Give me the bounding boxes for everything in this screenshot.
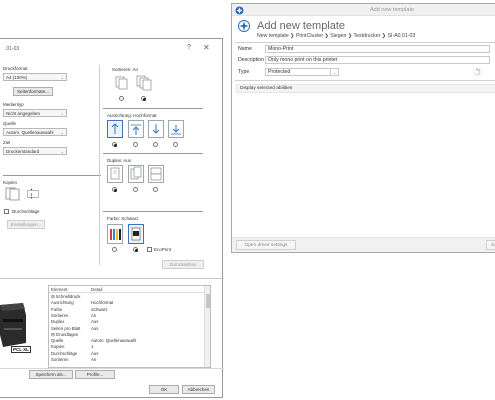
table-row: Sortieren An <box>51 357 97 362</box>
duplex-label: Duplex: Aus <box>107 158 132 163</box>
divider <box>103 153 203 154</box>
scrollbar-thumb[interactable] <box>206 294 210 308</box>
name-input[interactable]: Mono-Print <box>265 45 490 53</box>
app-logo-icon <box>235 6 244 15</box>
color-label: Farbe: Schwarz <box>107 216 139 221</box>
profile-button[interactable]: Profile... <box>75 370 115 379</box>
sort-on-radio[interactable] <box>141 96 146 101</box>
duplex-off-icon[interactable] <box>107 165 123 183</box>
divider <box>235 80 495 81</box>
portrait-rotated-icon[interactable] <box>148 120 164 138</box>
column-divider <box>99 65 100 265</box>
orientation-portrait-radio[interactable] <box>112 142 117 147</box>
settings-button[interactable]: Einstellungen... <box>7 220 45 229</box>
sort-off-radio[interactable] <box>119 96 124 101</box>
sort-icons <box>115 75 152 91</box>
chevron-down-icon: ⌄ <box>60 130 64 135</box>
durchschlaege-label: Durchschläge <box>12 209 40 214</box>
divider <box>3 175 101 176</box>
type-select[interactable]: Protected ⌄ <box>265 68 339 76</box>
chevron-down-icon: ⌄ <box>60 111 64 116</box>
copies-label: Kopien <box>3 180 18 185</box>
printer-settings-dialog: .01-03 ? ✕ Druckformat A4 (100%) ⌄ Seiten… <box>0 38 224 398</box>
save-button[interactable]: Sa <box>486 240 495 250</box>
durchschlaege-checkbox[interactable] <box>4 209 9 214</box>
portrait-icon[interactable] <box>107 120 123 138</box>
description-input[interactable]: Only mono print on this printer <box>265 56 490 64</box>
landscape-icon[interactable] <box>128 120 144 138</box>
dialog-titlebar: .01-03 ? ✕ <box>0 39 222 59</box>
ok-button[interactable]: OK <box>149 385 179 394</box>
black-white-icon[interactable] <box>128 224 144 244</box>
settings-summary-table: Element Detail ⊟ Schnelldruck Ausrichtun… <box>48 285 211 368</box>
duplex-short-icon[interactable] <box>148 165 164 183</box>
copies-icon <box>5 187 20 201</box>
color-icon[interactable] <box>107 224 123 244</box>
duplex-short-radio[interactable] <box>153 187 158 192</box>
cancel-button[interactable]: Abbrechen <box>182 385 215 394</box>
chevron-down-icon: ⌄ <box>60 75 64 80</box>
stepper-down-icon[interactable]: ▼ <box>30 196 33 200</box>
col-element: Element <box>51 287 68 292</box>
media-label: Medientyp <box>3 102 24 107</box>
chevron-down-icon: ⌄ <box>330 69 338 75</box>
printer-icon <box>0 303 26 347</box>
col-detail: Detail <box>91 287 103 292</box>
printer-preview <box>0 285 48 365</box>
window-title: Add new template <box>370 7 415 13</box>
source-select[interactable]: Autom. Quellenauswahl ⌄ <box>3 128 67 136</box>
save-as-button[interactable]: Speichern als... <box>29 370 73 379</box>
duplex-long-radio[interactable] <box>133 187 138 192</box>
chevron-down-icon: ⌄ <box>60 149 64 154</box>
sort-label: Sortieren: An <box>112 67 139 72</box>
abilities-section[interactable]: Display selected abilities <box>236 84 495 93</box>
ecoprint-label: EcoPrint <box>154 247 172 252</box>
ecoprint-checkbox[interactable] <box>147 247 152 252</box>
target-select[interactable]: Druckerstandard ⌄ <box>3 147 67 155</box>
table-scrollbar[interactable] <box>204 286 210 367</box>
format-select[interactable]: A4 (100%) ⌄ <box>3 73 67 81</box>
pcl-badge: PCL XL <box>11 346 31 353</box>
source-label: Quelle <box>3 121 17 126</box>
orientation-landscape-rot-radio[interactable] <box>173 142 178 147</box>
type-label: Type <box>238 69 250 75</box>
add-template-window: Add new template Add new template New te… <box>231 3 495 253</box>
reset-button[interactable]: Zurücksetzen <box>162 260 204 269</box>
loading-spinner-icon <box>473 68 481 76</box>
page-format-button[interactable]: Seitenformate... <box>13 87 53 96</box>
copies-stepper[interactable]: 1 <box>27 190 39 198</box>
template-icon <box>238 20 250 32</box>
duplex-long-icon[interactable] <box>128 165 144 183</box>
name-label: Name <box>238 46 252 52</box>
divider <box>0 368 224 369</box>
duplex-off-radio[interactable] <box>112 187 117 192</box>
breadcrumb: New template ❯ PrintCluster ❯ Siegen ❯ T… <box>257 33 416 39</box>
divider <box>103 211 203 212</box>
orientation-portrait-rot-radio[interactable] <box>153 142 158 147</box>
stepper-up-icon[interactable]: ▲ <box>30 187 33 191</box>
divider <box>0 278 224 279</box>
media-select[interactable]: Nicht angegeben ⌄ <box>3 109 67 117</box>
dialog-title: .01-03 <box>5 46 20 52</box>
divider <box>235 42 495 43</box>
target-label: Ziel <box>3 140 11 145</box>
page-title: Add new template <box>257 20 346 32</box>
description-label: Description <box>238 57 264 63</box>
color-radio[interactable] <box>112 247 117 252</box>
landscape-rotated-icon[interactable] <box>168 120 184 138</box>
orientation-landscape-radio[interactable] <box>133 142 138 147</box>
table-header: Element Detail <box>49 286 210 293</box>
window-titlebar: Add new template <box>232 4 495 16</box>
format-label: Druckformat <box>3 66 28 71</box>
help-button[interactable]: ? <box>187 44 191 51</box>
open-driver-settings-button[interactable]: Open driver settings <box>236 240 296 250</box>
divider <box>103 108 203 109</box>
close-button[interactable]: ✕ <box>203 43 210 52</box>
orientation-label: Ausrichtung: Hochformat <box>107 113 157 118</box>
black-white-radio[interactable] <box>133 247 138 252</box>
